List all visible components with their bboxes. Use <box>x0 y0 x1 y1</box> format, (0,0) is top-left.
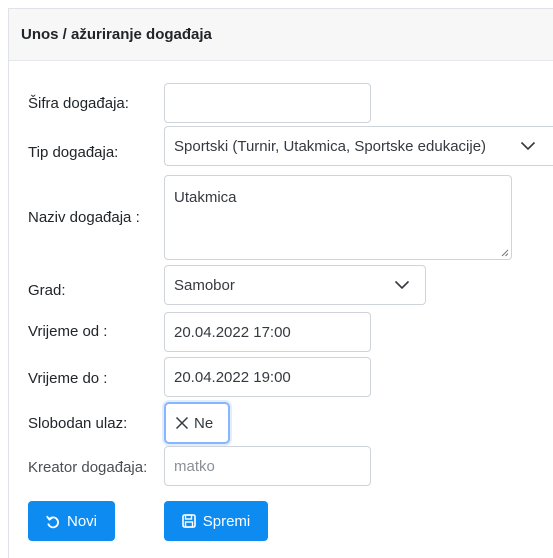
vrijeme-do-label: Vrijeme do : <box>28 370 108 387</box>
grad-select[interactable]: Samobor <box>164 265 426 305</box>
save-icon <box>181 514 196 528</box>
naziv-label: Naziv događaja : <box>28 209 140 226</box>
card-header-title: Unos / ažuriranje događaja <box>9 9 553 61</box>
vrijeme-do-input[interactable]: 20.04.2022 19:00 <box>164 357 371 397</box>
grad-select-value: Samobor <box>174 276 235 294</box>
tip-select-value: Sportski (Turnir, Utakmica, Sportske edu… <box>174 137 487 155</box>
novi-button[interactable]: Novi <box>28 501 115 541</box>
kreator-input: matko <box>164 446 371 486</box>
resize-grip-icon[interactable] <box>501 249 509 257</box>
grad-label: Grad: <box>28 282 66 299</box>
undo-icon <box>46 515 59 528</box>
naziv-textarea[interactable]: Utakmica <box>164 175 512 260</box>
slobodan-ulaz-toggle[interactable]: Ne <box>164 402 230 444</box>
slobodan-ulaz-label: Slobodan ulaz: <box>28 415 128 432</box>
sifra-input[interactable] <box>164 83 371 123</box>
x-icon <box>175 416 189 430</box>
chevron-down-icon <box>394 280 410 290</box>
novi-button-label: Novi <box>66 512 97 530</box>
vrijeme-od-label: Vrijeme od : <box>28 323 108 340</box>
slobodan-ulaz-value: Ne <box>194 414 214 432</box>
spremi-button-label: Spremi <box>202 512 251 530</box>
kreator-label: Kreator događaja: <box>28 459 148 476</box>
tip-label: Tip događaja: <box>28 144 119 161</box>
vrijeme-od-input[interactable]: 20.04.2022 17:00 <box>164 312 371 352</box>
sifra-label: Šifra događaja: <box>28 95 129 112</box>
tip-select[interactable]: Sportski (Turnir, Utakmica, Sportske edu… <box>164 126 553 166</box>
spremi-button[interactable]: Spremi <box>164 501 268 541</box>
naziv-textarea-value: Utakmica <box>174 189 237 206</box>
chevron-down-icon <box>520 141 536 151</box>
